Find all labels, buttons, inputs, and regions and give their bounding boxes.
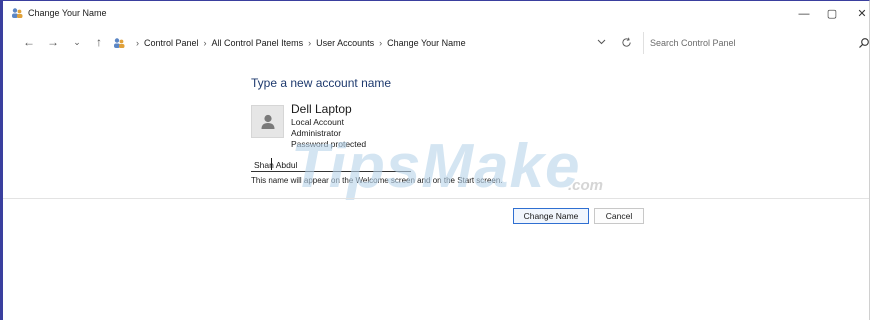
new-name-field[interactable] — [251, 156, 411, 172]
account-type: Local Account — [291, 117, 344, 127]
back-button[interactable]: ← — [20, 33, 38, 51]
breadcrumb-item-all-items[interactable]: All Control Panel Items — [212, 38, 304, 48]
title-bar: Change Your Name — ▢ ✕ — [3, 1, 869, 26]
breadcrumb-separator: › — [379, 38, 383, 48]
watermark-suffix: .com — [568, 177, 604, 194]
breadcrumb-separator: › — [203, 38, 207, 48]
chevron-down-icon — [597, 39, 605, 45]
address-dropdown-button[interactable] — [593, 34, 609, 50]
account-role: Administrator — [291, 128, 342, 138]
name-hint-text: This name will appear on the Welcome scr… — [251, 176, 503, 185]
new-name-input[interactable] — [254, 158, 404, 171]
window: Change Your Name — ▢ ✕ ← → ⌄ ↑ › Control… — [0, 0, 870, 320]
breadcrumb-item-user-accounts[interactable]: User Accounts — [316, 38, 374, 48]
window-title: Change Your Name — [28, 8, 107, 18]
forward-button[interactable]: → — [44, 33, 62, 51]
breadcrumb-separator: › — [136, 38, 139, 48]
user-accounts-icon — [114, 38, 125, 48]
breadcrumb-item-control-panel[interactable]: Control Panel — [144, 38, 199, 48]
recent-locations-button[interactable]: ⌄ — [68, 33, 86, 51]
page-heading: Type a new account name — [251, 76, 392, 90]
cancel-button[interactable]: Cancel — [594, 208, 644, 224]
up-button[interactable]: ↑ — [90, 33, 108, 51]
account-name: Dell Laptop — [291, 102, 352, 116]
divider — [3, 198, 869, 199]
refresh-icon — [621, 37, 631, 47]
close-button[interactable]: ✕ — [845, 1, 870, 26]
avatar — [251, 105, 284, 138]
refresh-button[interactable] — [617, 33, 635, 51]
change-name-button[interactable]: Change Name — [513, 208, 589, 224]
search-input[interactable] — [650, 36, 850, 50]
search-icon[interactable] — [858, 37, 870, 49]
text-caret — [271, 158, 272, 170]
user-avatar-icon — [261, 114, 274, 129]
breadcrumb-separator: › — [308, 38, 312, 48]
breadcrumb-item-change-your-name[interactable]: Change Your Name — [387, 38, 466, 48]
maximize-button[interactable]: ▢ — [815, 1, 849, 26]
search-box[interactable] — [643, 32, 870, 54]
account-password-status: Password protected — [291, 139, 367, 149]
user-accounts-icon — [12, 8, 23, 18]
breadcrumb[interactable]: › Control Panel › All Control Panel Item… — [109, 32, 641, 54]
